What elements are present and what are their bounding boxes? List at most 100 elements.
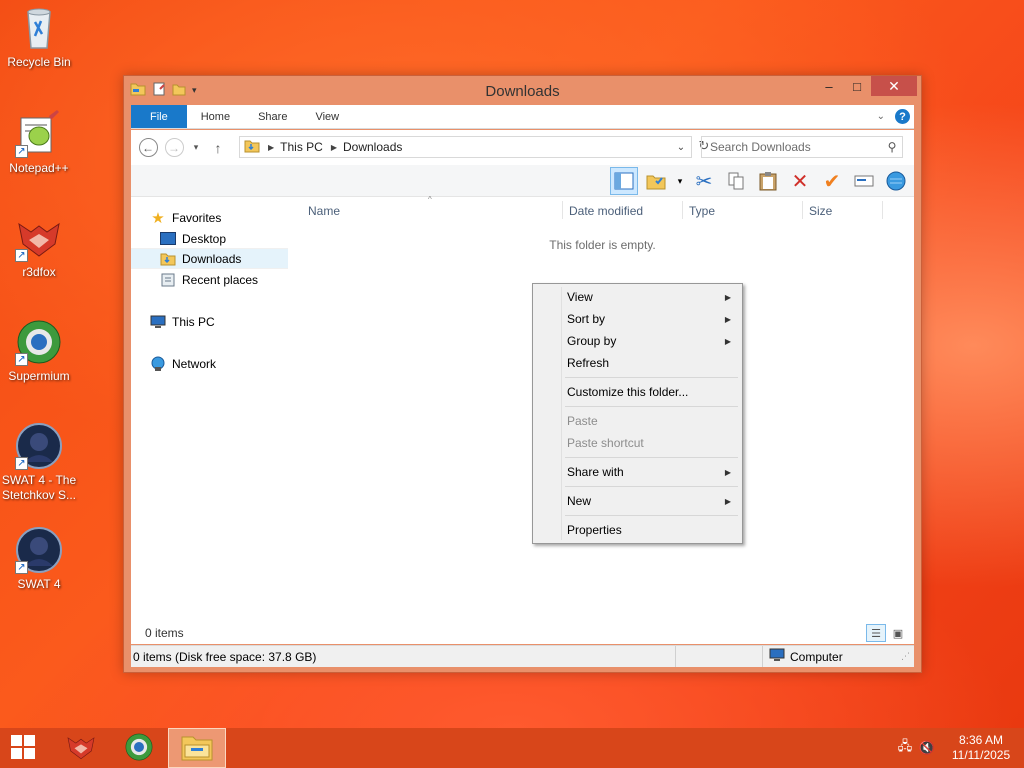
desktop-icon-r3dfox[interactable]: ↗ r3dfox [0, 214, 78, 280]
minimize-button[interactable]: ‒ [815, 76, 843, 96]
desktop-icon-notepad-plus-plus[interactable]: ↗ Notepad++ [0, 110, 78, 176]
system-tray: 🖧 🔇 8:36 AM 11/11/2025 [894, 728, 1024, 768]
menu-item-label: Paste shortcut [567, 436, 644, 450]
search-input[interactable]: Search Downloads ⚲ [701, 136, 903, 158]
taskbar-r3dfox[interactable] [52, 728, 110, 768]
paste-icon[interactable] [754, 167, 782, 195]
column-divider[interactable] [562, 201, 563, 219]
large-icons-view-icon[interactable]: ▣ [888, 624, 908, 642]
clock-date: 11/11/2025 [951, 748, 1011, 762]
windows-logo-icon [10, 734, 36, 763]
address-bar[interactable]: ▶ This PC ▶ Downloads ⌄ [239, 136, 692, 158]
column-header-type[interactable]: Type [689, 204, 715, 218]
close-button[interactable]: ✕ [871, 76, 917, 96]
details-view-icon[interactable]: ☰ [866, 624, 886, 642]
menu-separator [535, 454, 740, 461]
column-divider[interactable] [802, 201, 803, 219]
recent-locations-button[interactable]: ▾ [185, 137, 207, 159]
resize-grip-icon[interactable]: ⋰ [901, 651, 914, 662]
rename-icon[interactable] [850, 167, 878, 195]
tab-file[interactable]: File [131, 105, 187, 128]
back-button[interactable]: ← [137, 137, 159, 159]
computer-icon [769, 648, 785, 665]
copy-icon[interactable] [722, 167, 750, 195]
column-header-size[interactable]: Size [809, 204, 832, 218]
nav-item-downloads[interactable]: Downloads [131, 248, 288, 269]
desktop-icon-swat4-stetchkov[interactable]: ↗ SWAT 4 - The Stetchkov S... [0, 422, 78, 503]
preview-pane-icon[interactable] [610, 167, 638, 195]
title-bar[interactable]: ▾ Downloads ‒ □ ✕ [124, 76, 921, 105]
star-icon: ★ [151, 209, 165, 227]
folder-options-dropdown-icon[interactable]: ▾ [674, 167, 686, 195]
menu-separator [535, 512, 740, 519]
maximize-button[interactable]: □ [843, 76, 871, 96]
desktop-icon [160, 231, 176, 247]
taskbar: 🖧 🔇 8:36 AM 11/11/2025 [0, 728, 1024, 768]
address-dropdown-icon[interactable]: ⌄ [671, 142, 691, 153]
forward-button[interactable]: → [163, 137, 185, 159]
swat4-icon: ↗ [15, 526, 63, 574]
menu-item-share-with[interactable]: Share with ▶ [535, 461, 740, 483]
column-header-date-modified[interactable]: Date modified [569, 204, 643, 218]
menu-item-sort-by[interactable]: Sort by ▶ [535, 308, 740, 330]
window-title: Downloads [485, 83, 560, 100]
desktop-icon-supermium[interactable]: ↗ Supermium [0, 318, 78, 384]
content-area: ★ Favorites Desktop Downloads Recent pla… [131, 195, 914, 643]
taskbar-file-explorer[interactable] [168, 728, 226, 768]
menu-item-label: Sort by [567, 312, 606, 326]
menu-item-refresh[interactable]: Refresh [535, 352, 740, 374]
search-placeholder: Search Downloads [710, 140, 811, 154]
menu-separator [535, 374, 740, 381]
menu-item-view[interactable]: View ▶ [535, 286, 740, 308]
menu-item-label: Group by [567, 334, 617, 348]
folder-options-icon[interactable] [642, 167, 670, 195]
menu-item-label: Properties [567, 523, 622, 537]
menu-item-new[interactable]: New ▶ [535, 490, 740, 512]
taskbar-supermium[interactable] [110, 728, 168, 768]
breadcrumb-this-pc[interactable]: This PC [280, 140, 323, 154]
help-icon[interactable]: ? [895, 109, 910, 124]
expand-ribbon-icon[interactable]: ⌄ [877, 111, 885, 122]
network-tray-icon[interactable]: 🖧 [894, 737, 916, 759]
breadcrumb-chevron-icon[interactable]: ▶ [268, 143, 274, 152]
desktop-icon-label: Supermium [8, 369, 70, 383]
menu-item-group-by[interactable]: Group by ▶ [535, 330, 740, 352]
menu-item-customize-folder[interactable]: Customize this folder... [535, 381, 740, 403]
menu-item-properties[interactable]: Properties [535, 519, 740, 541]
supermium-icon [124, 732, 154, 765]
nav-item-network[interactable]: Network [131, 353, 288, 374]
column-divider[interactable] [882, 201, 883, 219]
column-header-name[interactable]: Name [308, 204, 340, 218]
nav-item-label: Downloads [182, 251, 242, 266]
clock[interactable]: 8:36 AM 11/11/2025 [938, 733, 1024, 763]
nav-item-desktop[interactable]: Desktop [131, 228, 288, 249]
breadcrumb-chevron-icon[interactable]: ▶ [331, 143, 337, 152]
supermium-icon: ↗ [15, 318, 63, 366]
checkmark-icon[interactable]: ✔ [818, 167, 846, 195]
shortcut-arrow-icon: ↗ [15, 457, 28, 470]
start-button[interactable] [0, 728, 46, 768]
nav-item-this-pc[interactable]: This PC [131, 311, 288, 332]
cut-icon[interactable]: ✂ [690, 167, 718, 195]
nav-item-recent-places[interactable]: Recent places [131, 269, 288, 290]
desktop-icon-swat4[interactable]: ↗ SWAT 4 [0, 526, 78, 592]
recent-places-icon [160, 272, 176, 288]
tab-view[interactable]: View [301, 105, 353, 128]
submenu-arrow-icon: ▶ [724, 467, 731, 477]
globe-icon[interactable] [882, 167, 910, 195]
nav-item-favorites[interactable]: ★ Favorites [131, 207, 288, 228]
up-button[interactable]: ↑ [207, 137, 229, 159]
breadcrumb-downloads[interactable]: Downloads [343, 140, 402, 154]
ribbon-tabs: File Home Share View ⌄ ? [131, 105, 914, 129]
empty-folder-message: This folder is empty. [549, 238, 656, 252]
menu-separator [535, 403, 740, 410]
column-divider[interactable] [682, 201, 683, 219]
desktop-icon-recycle-bin[interactable]: Recycle Bin [0, 4, 78, 70]
shortcut-arrow-icon: ↗ [15, 249, 28, 262]
delete-icon[interactable]: ✕ [786, 167, 814, 195]
status-location: Computer [790, 649, 843, 664]
menu-item-label: Share with [567, 465, 624, 479]
tab-home[interactable]: Home [187, 105, 244, 128]
volume-muted-icon[interactable]: 🔇 [916, 740, 938, 756]
tab-share[interactable]: Share [244, 105, 301, 128]
